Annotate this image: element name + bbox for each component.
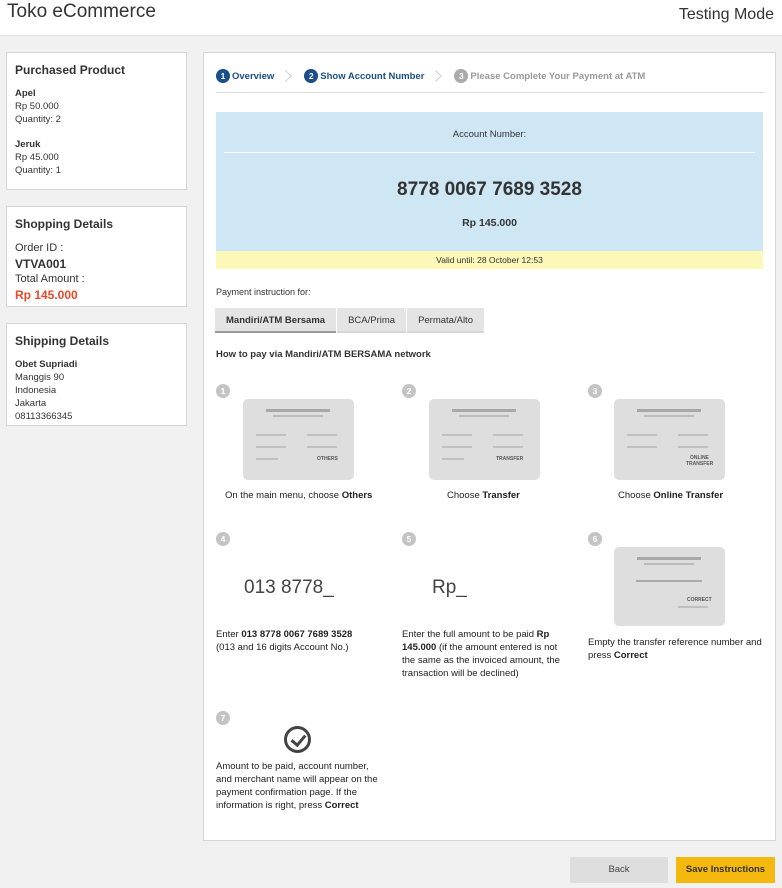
app-title: Toko eCommerce bbox=[7, 1, 156, 22]
step-caption: Amount to be paid, account number, and m… bbox=[216, 761, 378, 811]
screen-label: OTHERS bbox=[317, 456, 338, 462]
step-number: 3 bbox=[454, 69, 469, 83]
shopping-details-panel: Shopping Details Order ID : VTVA001 Tota… bbox=[6, 206, 187, 307]
step-complete-payment: 3 Please Complete Your Payment at ATM bbox=[454, 69, 645, 83]
screen-label: TRANSFER bbox=[496, 456, 524, 462]
mode-label: Testing Mode bbox=[678, 6, 774, 23]
atm-screen-illustration: ONLINE TRANSFER bbox=[614, 399, 725, 480]
step-caption: Choose Online Transfer bbox=[618, 490, 724, 501]
product-item: Apel Rp 50.000 Quantity: 2 bbox=[15, 87, 178, 126]
chevron-right-icon bbox=[280, 70, 292, 82]
street-address: Manggis 90 bbox=[15, 372, 65, 383]
atm-display-text: Rp_ bbox=[432, 577, 467, 598]
account-number-label: Account Number: bbox=[452, 129, 527, 140]
panel-title: Purchased Product bbox=[15, 63, 126, 77]
country: Indonesia bbox=[15, 385, 57, 396]
step-label: Overview bbox=[232, 70, 275, 82]
instruction-step: 6 CORRECT Empty the transfer reference n… bbox=[588, 532, 763, 662]
step-number: 5 bbox=[402, 532, 416, 546]
instruction-step: 7 Amount to be paid, account number, and… bbox=[216, 711, 391, 831]
step-number: 2 bbox=[402, 384, 416, 398]
check-circle-icon bbox=[284, 726, 311, 753]
tab-permata[interactable]: Permata/Alto bbox=[407, 308, 484, 333]
panel-title: Shopping Details bbox=[15, 217, 114, 231]
step-label: Please Complete Your Payment at ATM bbox=[470, 70, 646, 82]
instruction-step: 1 OTHERS On the main menu, choose Others bbox=[216, 384, 391, 514]
product-name: Apel bbox=[15, 88, 36, 99]
valid-until-bar: Valid until: 28 October 12:53 bbox=[216, 251, 763, 269]
shipping-details-panel: Shipping Details Obet Supriadi Manggis 9… bbox=[6, 323, 187, 426]
step-label: Show Account Number bbox=[320, 70, 425, 82]
top-bar: Toko eCommerce Testing Mode bbox=[0, 0, 782, 36]
bank-tabs: Mandiri/ATM Bersama BCA/Prima Permata/Al… bbox=[215, 308, 485, 333]
progress-steps: 1 Overview 2 Show Account Number 3 Pleas… bbox=[216, 66, 645, 86]
instruction-step: 3 ONLINE TRANSFER Choose Online Transfer bbox=[588, 384, 763, 514]
payment-amount: Rp 145.000 bbox=[462, 217, 517, 229]
back-button[interactable]: Back bbox=[570, 857, 668, 883]
purchased-product-panel: Purchased Product Apel Rp 50.000 Quantit… bbox=[6, 52, 187, 190]
step-number: 1 bbox=[216, 384, 230, 398]
phone: 08113366345 bbox=[15, 411, 73, 422]
instruction-step: 2 TRANSFER Choose Transfer bbox=[402, 384, 577, 514]
atm-display-text: 013 8778_ bbox=[244, 577, 334, 598]
product-name: Jeruk bbox=[15, 139, 41, 150]
product-quantity: Quantity: 1 bbox=[15, 165, 61, 176]
tab-mandiri[interactable]: Mandiri/ATM Bersama bbox=[215, 308, 337, 333]
product-price: Rp 50.000 bbox=[15, 101, 59, 112]
payment-main-panel: 1 Overview 2 Show Account Number 3 Pleas… bbox=[203, 52, 776, 841]
step-number: 4 bbox=[216, 532, 230, 546]
step-number: 6 bbox=[588, 532, 602, 546]
step-number: 2 bbox=[304, 69, 319, 83]
step-number: 7 bbox=[216, 711, 230, 725]
recipient-name: Obet Supriadi bbox=[15, 359, 78, 370]
product-quantity: Quantity: 2 bbox=[15, 114, 61, 125]
instruction-step: 4 013 8778_ Enter 013 8778 0067 7689 352… bbox=[216, 532, 391, 653]
tab-bca[interactable]: BCA/Prima bbox=[337, 308, 407, 333]
step-show-account-number[interactable]: 2 Show Account Number bbox=[304, 69, 424, 83]
step-number: 1 bbox=[216, 69, 230, 83]
product-item: Jeruk Rp 45.000 Quantity: 1 bbox=[15, 138, 178, 177]
account-number-box: Account Number: 8778 0067 7689 3528 Rp 1… bbox=[216, 112, 763, 251]
step-caption: Enter the full amount to be paid Rp 145.… bbox=[402, 629, 560, 679]
step-number: 3 bbox=[588, 384, 602, 398]
step-caption: Empty the transfer reference number and … bbox=[588, 637, 762, 661]
save-instructions-button[interactable]: Save Instructions bbox=[676, 857, 775, 883]
step-caption: Choose Transfer bbox=[447, 490, 520, 501]
instruction-label: Payment instruction for: bbox=[216, 287, 311, 297]
city: Jakarta bbox=[15, 398, 47, 409]
screen-label: CORRECT bbox=[687, 597, 712, 603]
panel-title: Shipping Details bbox=[15, 334, 110, 348]
divider bbox=[224, 152, 755, 153]
total-amount-label: Total Amount : bbox=[15, 273, 85, 285]
total-amount-value: Rp 145.000 bbox=[15, 288, 78, 302]
atm-screen-illustration: CORRECT bbox=[614, 547, 725, 626]
divider bbox=[216, 92, 765, 93]
product-price: Rp 45.000 bbox=[15, 152, 59, 163]
chevron-right-icon bbox=[430, 70, 443, 82]
atm-screen-illustration: OTHERS bbox=[243, 399, 354, 480]
screen-label: TRANSFER bbox=[686, 461, 714, 467]
order-id-value: VTVA001 bbox=[15, 257, 67, 271]
howto-heading: How to pay via Mandiri/ATM BERSAMA netwo… bbox=[216, 349, 431, 360]
instruction-step: 5 Rp_ Enter the full amount to be paid R… bbox=[402, 532, 577, 679]
order-id-label: Order ID : bbox=[15, 242, 64, 254]
account-number: 8778 0067 7689 3528 bbox=[397, 179, 582, 200]
atm-screen-illustration: TRANSFER bbox=[429, 399, 540, 480]
step-caption: Enter 013 8778 0067 7689 3528 (013 and 16… bbox=[216, 629, 353, 653]
step-caption: On the main menu, choose Others bbox=[225, 490, 373, 501]
step-overview[interactable]: 1 Overview bbox=[216, 69, 274, 83]
